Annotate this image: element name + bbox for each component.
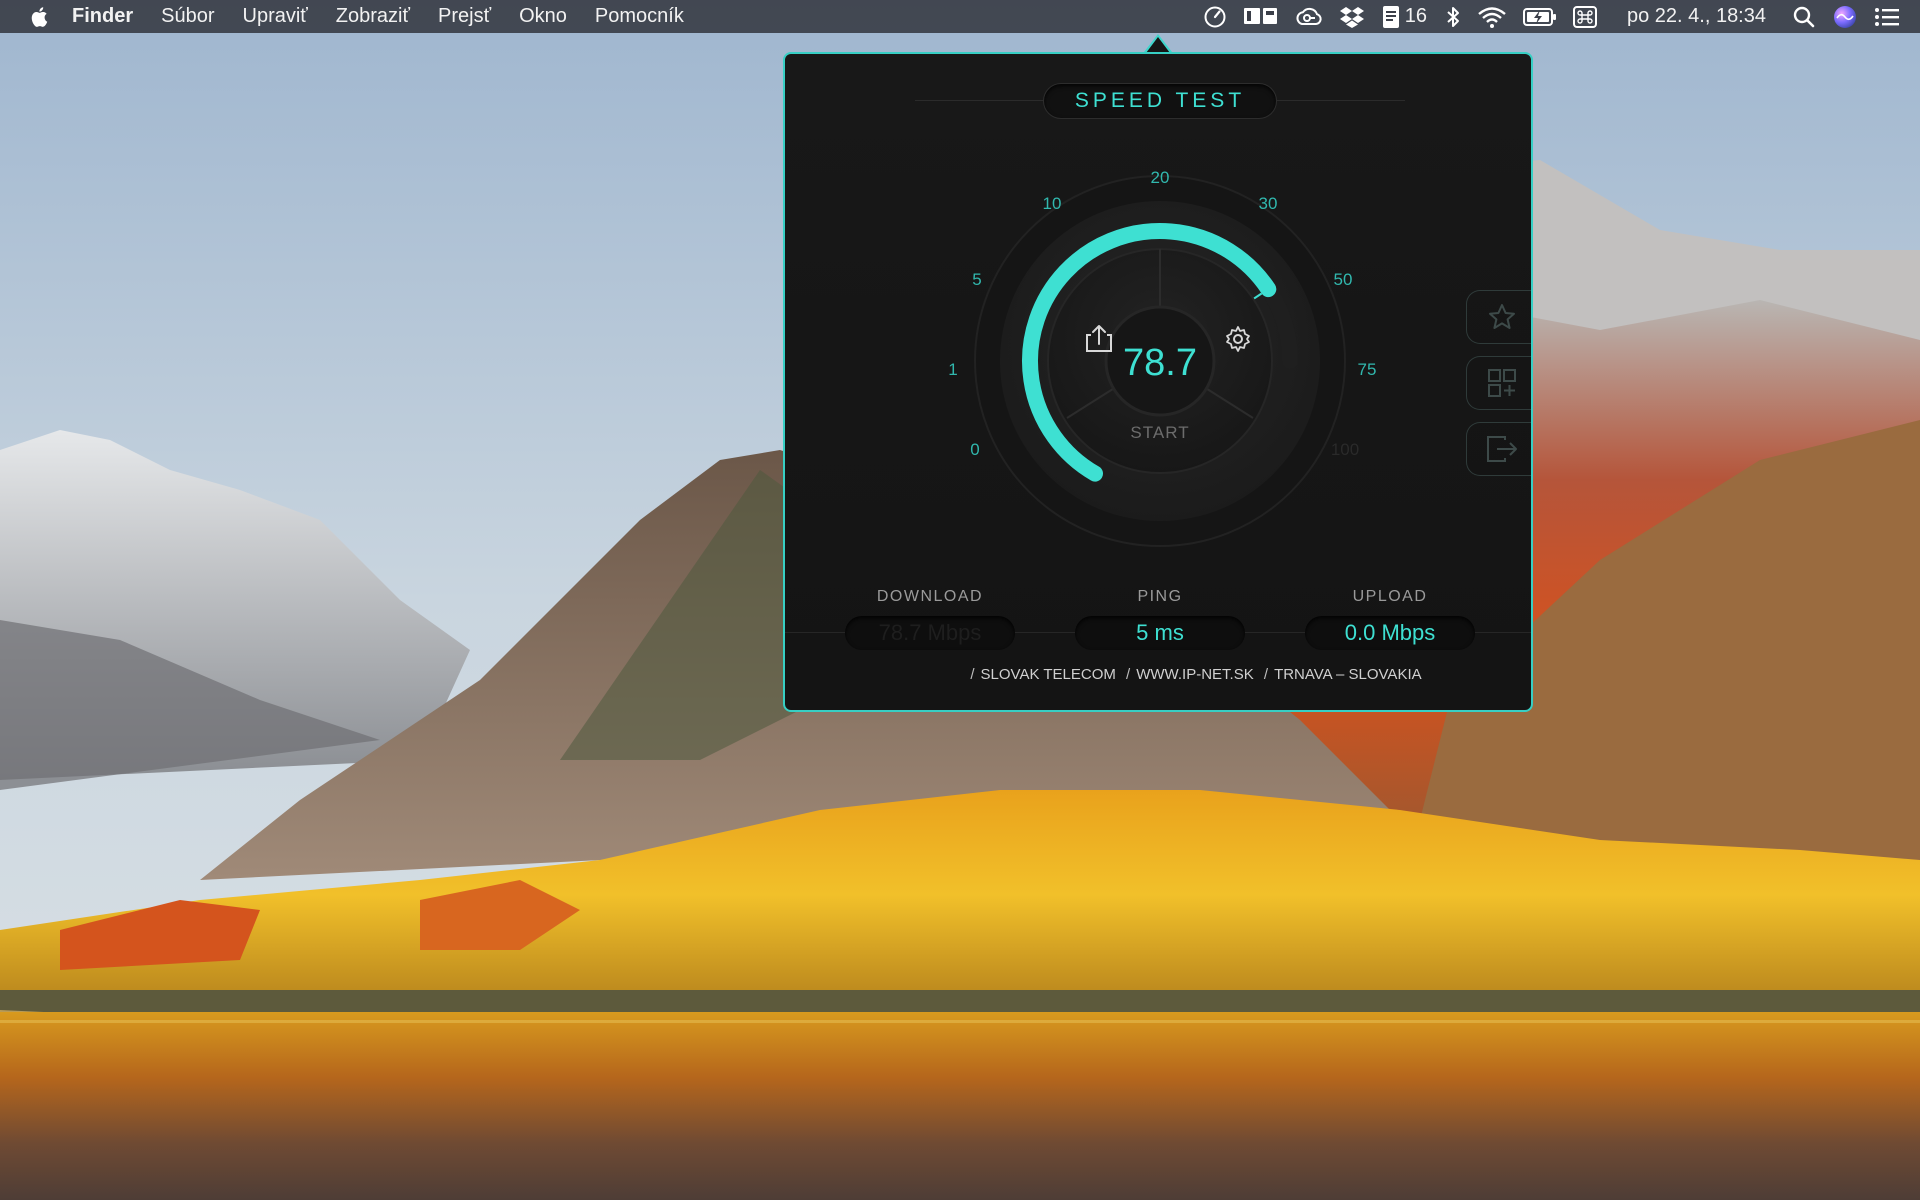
star-icon xyxy=(1488,304,1515,329)
speedtest-gauge-icon[interactable] xyxy=(1195,0,1235,33)
server-location: TRNAVA – SLOVAKIA xyxy=(1274,666,1422,683)
gauge-tick-0: 0 xyxy=(970,440,979,459)
keyboard-input-icon[interactable] xyxy=(1565,0,1605,33)
menu-app-finder[interactable]: Finder xyxy=(66,0,147,33)
menu-bar: Finder Súbor Upraviť Zobraziť Prejsť Okn… xyxy=(0,0,1920,33)
quit-button[interactable] xyxy=(1466,422,1531,476)
notification-center-icon[interactable] xyxy=(1866,0,1908,33)
menu-file[interactable]: Súbor xyxy=(147,0,228,33)
speed-test-title: SPEED TEST xyxy=(1043,83,1277,119)
gauge-tick-10: 10 xyxy=(1043,194,1062,213)
download-label: DOWNLOAD xyxy=(876,588,984,605)
favorite-button[interactable] xyxy=(1466,290,1531,344)
popover-arrow-inner xyxy=(1146,37,1170,53)
server-info: / SLOVAK TELECOM / WWW.IP-NET.SK / TRNAVA –… xyxy=(970,666,1422,683)
logout-icon xyxy=(1486,436,1517,462)
gauge-tick-75: 75 xyxy=(1358,360,1377,379)
notes-count: 16 xyxy=(1404,5,1427,27)
gauge-tick-1: 1 xyxy=(948,360,957,379)
gauge-tick-100: 100 xyxy=(1331,440,1359,459)
gauge-tick-50: 50 xyxy=(1334,270,1353,289)
download-value: 78.7 Mbps xyxy=(845,616,1015,650)
siri-icon[interactable] xyxy=(1824,0,1866,33)
bluetooth-icon[interactable] xyxy=(1437,0,1469,33)
spotlight-search-icon[interactable] xyxy=(1784,0,1824,33)
menubar-clock[interactable]: po 22. 4., 18:34 xyxy=(1605,5,1784,28)
menu-help[interactable]: Pomocník xyxy=(581,0,698,33)
gauge-speed-value: 78.7 xyxy=(1123,342,1197,384)
creative-cloud-icon[interactable] xyxy=(1287,0,1331,33)
ping-label: PING xyxy=(1137,588,1183,605)
server-host[interactable]: WWW.IP-NET.SK xyxy=(1136,666,1254,683)
settings-gear-icon[interactable] xyxy=(1221,322,1255,356)
share-icon[interactable] xyxy=(1082,322,1116,356)
speed-test-popover: SPEED TEST 78.7 START 0 1 5 10 20 30 50 … xyxy=(783,52,1533,712)
menu-view[interactable]: Zobraziť xyxy=(322,0,424,33)
add-widget-button[interactable] xyxy=(1466,356,1531,410)
gauge-tick-5: 5 xyxy=(972,270,981,289)
apple-logo-icon[interactable] xyxy=(14,6,66,28)
server-isp: SLOVAK TELECOM xyxy=(980,666,1116,683)
menu-window[interactable]: Okno xyxy=(505,0,581,33)
upload-value: 0.0 Mbps xyxy=(1305,616,1475,650)
add-widget-icon xyxy=(1487,369,1516,397)
notes-icon[interactable] xyxy=(1373,0,1403,33)
download-stat: DOWNLOAD 78.7 Mbps xyxy=(845,588,1015,650)
gauge-tick-30: 30 xyxy=(1259,194,1278,213)
menu-go[interactable]: Prejsť xyxy=(424,0,505,33)
battery-charging-icon[interactable] xyxy=(1515,0,1565,33)
monitor-icon[interactable] xyxy=(1235,0,1287,33)
start-button[interactable]: START xyxy=(1130,423,1189,442)
speed-gauge: 78.7 START 0 1 5 10 20 30 50 75 100 xyxy=(948,168,1377,547)
upload-label: UPLOAD xyxy=(1352,588,1428,605)
upload-stat: UPLOAD 0.0 Mbps xyxy=(1305,588,1475,650)
title-divider-right xyxy=(1275,100,1405,101)
wifi-icon[interactable] xyxy=(1469,0,1515,33)
title-divider-left xyxy=(915,100,1045,101)
ping-stat: PING 5 ms xyxy=(1075,588,1245,650)
gauge-tick-20: 20 xyxy=(1151,168,1170,187)
menu-edit[interactable]: Upraviť xyxy=(229,0,322,33)
dropbox-icon[interactable] xyxy=(1331,0,1373,33)
ping-value: 5 ms xyxy=(1075,616,1245,650)
